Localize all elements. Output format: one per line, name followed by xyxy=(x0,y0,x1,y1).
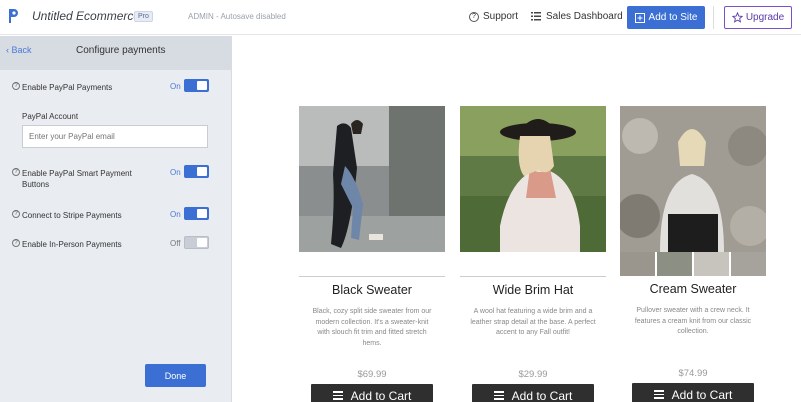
help-circle-icon[interactable]: ? xyxy=(12,168,20,176)
product-divider xyxy=(299,276,445,277)
product-description: A wool hat featuring a wide brim and a l… xyxy=(470,308,596,336)
help-circle-icon[interactable]: ? xyxy=(12,82,20,90)
stripe-payments-toggle[interactable] xyxy=(184,207,209,220)
setting-label: Enable PayPal Smart Payment Buttons xyxy=(22,169,132,189)
toggle-state: On xyxy=(170,210,181,219)
product-price: $74.99 xyxy=(678,368,708,379)
add-to-cart-button[interactable]: Add to Cart xyxy=(632,383,754,402)
upgrade-button[interactable]: Upgrade xyxy=(724,6,792,29)
header-divider xyxy=(713,6,714,29)
product-divider xyxy=(460,276,606,277)
product-card[interactable]: Wide Brim Hat A wool hat featuring a wid… xyxy=(460,106,606,402)
product-card[interactable]: Black Sweater Black, cozy split side swe… xyxy=(299,106,445,402)
pro-badge: Pro xyxy=(134,11,153,22)
thumbnail[interactable] xyxy=(731,252,766,276)
toggle-state: On xyxy=(170,168,181,177)
product-image-wide-brim-hat[interactable] xyxy=(460,106,606,252)
product-price: $69.99 xyxy=(357,369,387,380)
paypal-account-label: PayPal Account xyxy=(22,112,79,121)
sales-dashboard-label: Sales Dashboard xyxy=(546,11,623,22)
product-name: Cream Sweater xyxy=(649,282,737,296)
list-icon xyxy=(493,391,504,400)
toggle-state: On xyxy=(170,82,181,91)
toggle-state: Off xyxy=(170,239,181,248)
thumbnail[interactable] xyxy=(620,252,655,276)
add-to-cart-button[interactable]: Add to Cart xyxy=(472,384,594,402)
help-circle-icon[interactable]: ? xyxy=(12,239,20,247)
done-button[interactable]: Done xyxy=(145,364,206,387)
add-to-site-label: Add to Site xyxy=(648,12,698,23)
app-title[interactable]: Untitled Ecommerce xyxy=(32,9,140,23)
thumbnail[interactable] xyxy=(694,252,729,276)
app-logo-icon[interactable] xyxy=(6,7,20,25)
autosave-status: ADMIN - Autosave disabled xyxy=(188,12,286,21)
add-square-icon xyxy=(634,12,645,23)
product-description: Black, cozy split side sweater from our … xyxy=(312,308,432,347)
back-link[interactable]: ‹ Back xyxy=(6,45,32,55)
back-label: Back xyxy=(11,45,32,55)
store-canvas: Black Sweater Black, cozy split side swe… xyxy=(233,36,801,402)
add-to-cart-label: Add to Cart xyxy=(511,388,573,402)
thumbnail[interactable] xyxy=(657,252,692,276)
list-icon xyxy=(531,12,541,21)
add-to-cart-label: Add to Cart xyxy=(350,388,412,402)
setting-label: Enable In-Person Payments xyxy=(22,240,122,249)
chevron-left-icon: ‹ xyxy=(6,45,9,55)
sales-dashboard-link[interactable]: Sales Dashboard xyxy=(531,11,623,22)
product-name: Black Sweater xyxy=(332,283,412,297)
product-description: Pullover sweater with a crew neck. It fe… xyxy=(634,307,752,335)
product-price: $29.99 xyxy=(518,369,548,380)
paypal-email-input[interactable] xyxy=(22,125,208,148)
help-circle-icon: ? xyxy=(469,11,479,22)
paypal-payments-toggle[interactable] xyxy=(184,79,209,92)
setting-label: Connect to Stripe Payments xyxy=(22,211,122,220)
product-image-cream-sweater[interactable] xyxy=(620,106,766,252)
list-icon xyxy=(653,390,664,399)
list-icon xyxy=(332,391,343,400)
setting-label: Enable PayPal Payments xyxy=(22,83,113,92)
add-to-site-button[interactable]: Add to Site xyxy=(627,6,705,29)
payments-sidebar: ‹ Back Configure payments ? Enable PayPa… xyxy=(0,36,232,402)
product-thumbnail-strip xyxy=(620,252,766,276)
product-image-black-sweater[interactable] xyxy=(299,106,445,252)
support-label: Support xyxy=(483,11,519,22)
sidebar-title: Configure payments xyxy=(76,45,166,56)
add-to-cart-label: Add to Cart xyxy=(671,387,733,402)
star-icon xyxy=(731,12,743,23)
help-circle-icon[interactable]: ? xyxy=(12,210,20,218)
sidebar-header: ‹ Back Configure payments xyxy=(0,36,232,70)
support-link[interactable]: ? Support xyxy=(469,11,518,22)
paypal-smart-buttons-toggle[interactable] xyxy=(184,165,209,178)
add-to-cart-button[interactable]: Add to Cart xyxy=(311,384,433,402)
in-person-payments-toggle[interactable] xyxy=(184,236,209,249)
upgrade-label: Upgrade xyxy=(745,12,785,23)
product-card[interactable]: Cream Sweater Pullover sweater with a cr… xyxy=(620,106,766,402)
top-bar: Untitled Ecommerce Pro ADMIN - Autosave … xyxy=(0,0,801,35)
product-name: Wide Brim Hat xyxy=(492,283,574,297)
